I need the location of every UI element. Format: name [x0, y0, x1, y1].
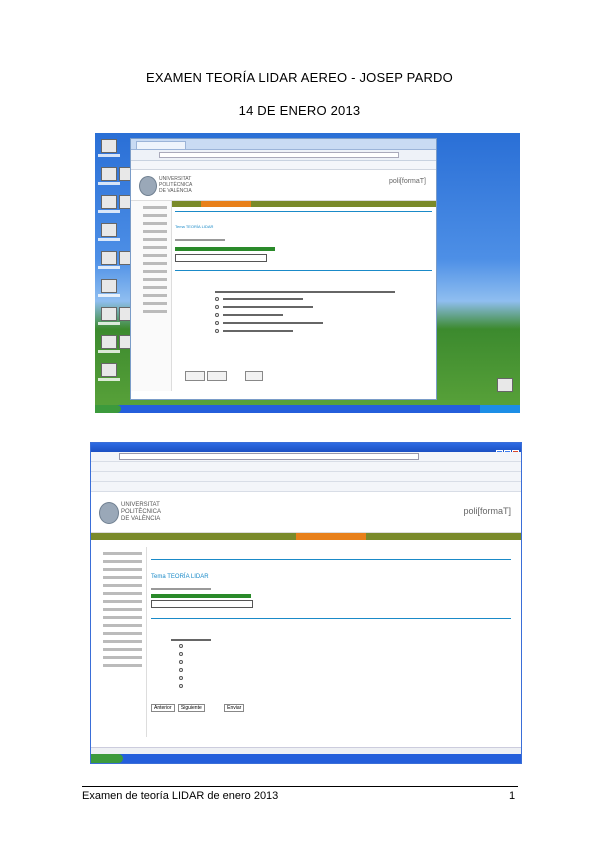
university-name: UNIVERSITAT POLITÈCNICA DE VALÈNCIA: [121, 502, 162, 522]
address-bar[interactable]: [159, 152, 399, 158]
answer-option[interactable]: [179, 668, 511, 673]
exam-content: Tema TEORÍA LIDAR Anterior Siguiente Env…: [151, 547, 511, 737]
screenshot-ie-window: UNIVERSITAT POLITÈCNICA DE VALÈNCIA poli…: [90, 442, 522, 764]
browser-tab-strip: [131, 139, 436, 150]
screenshot-desktop-browser: UNIVERSITAT POLITÈCNICA DE VALÈNCIA poli…: [95, 133, 520, 413]
start-button[interactable]: [95, 405, 121, 413]
footer-text: Examen de teoría LIDAR de enero 2013: [82, 790, 279, 802]
browser-tab[interactable]: [136, 141, 186, 149]
desktop-icon: [101, 195, 117, 209]
recycle-bin-icon: [497, 378, 513, 392]
radio-button[interactable]: [179, 668, 183, 672]
site-header: UNIVERSITAT POLITÈCNICA DE VALÈNCIA poli…: [131, 170, 436, 201]
desktop-icon-label: [98, 322, 120, 325]
answer-option[interactable]: [179, 660, 511, 665]
browser-window: UNIVERSITAT POLITÈCNICA DE VALÈNCIA poli…: [130, 138, 437, 400]
progress-bar: [175, 247, 275, 251]
university-logo-icon: [99, 502, 119, 524]
desktop-icon-label: [98, 154, 120, 157]
university-name: UNIVERSITAT POLITÈCNICA DE VALÈNCIA: [159, 176, 193, 194]
progress-bar: [151, 594, 251, 598]
previous-button[interactable]: Anterior: [151, 704, 175, 712]
desktop-icon-label: [98, 210, 120, 213]
address-bar[interactable]: [119, 453, 419, 460]
page-number: 1: [509, 790, 516, 802]
windows-taskbar: [95, 405, 520, 413]
site-nav-bar[interactable]: [91, 533, 521, 540]
document-date: 14 DE ENERO 2013: [238, 103, 361, 118]
desktop-icon: [101, 307, 117, 321]
desktop-icon-label: [98, 266, 120, 269]
exam-heading: Tema TEORÍA LIDAR: [151, 574, 209, 580]
ie-google-toolbar: [91, 472, 521, 482]
desktop-icon-label: [98, 350, 120, 353]
document-title: EXAMEN TEORÍA LIDAR AEREO - JOSEP PARDO: [146, 70, 453, 85]
ie-favorites-row: [91, 482, 521, 492]
answer-option[interactable]: [179, 684, 511, 689]
window-titlebar: [91, 443, 521, 457]
desktop-icon: [101, 251, 117, 265]
bookmarks-bar: [131, 161, 436, 170]
previous-button[interactable]: [185, 371, 205, 381]
next-button[interactable]: [207, 371, 227, 381]
submit-button[interactable]: [245, 371, 263, 381]
system-tray: [480, 405, 520, 413]
radio-button[interactable]: [179, 684, 183, 688]
radio-button[interactable]: [179, 660, 183, 664]
desktop-icon: [101, 363, 117, 377]
desktop-icon-label: [98, 182, 120, 185]
desktop-icon-label: [98, 238, 120, 241]
next-button[interactable]: Siguiente: [177, 704, 205, 712]
start-button[interactable]: [91, 754, 123, 763]
radio-button[interactable]: [179, 644, 183, 648]
answer-option[interactable]: [179, 644, 511, 649]
footer-rule: [82, 786, 518, 787]
address-bar-row: [131, 150, 436, 161]
site-header: UNIVERSITAT POLITÈCNICA DE VALÈNCIA poli…: [91, 492, 521, 533]
desktop-icon: [101, 139, 117, 153]
poliformat-logo: poli[formaT]: [389, 178, 426, 185]
exam-heading: Tema TEORÍA LIDAR: [175, 224, 214, 229]
ie-status-bar: [91, 747, 521, 754]
radio-button[interactable]: [179, 652, 183, 656]
tool-sidebar: [131, 201, 172, 391]
poliformat-logo: poli[formaT]: [463, 506, 511, 516]
desktop-icon-label: [98, 294, 120, 297]
answer-option[interactable]: [179, 676, 511, 681]
submit-button[interactable]: Enviar: [224, 704, 245, 712]
tool-sidebar: [91, 547, 147, 737]
university-logo-icon: [139, 176, 157, 196]
question-nav-button[interactable]: [175, 254, 267, 262]
radio-button[interactable]: [179, 676, 183, 680]
desktop-icon: [101, 223, 117, 237]
desktop-icon: [101, 167, 117, 181]
active-site-tab[interactable]: [296, 533, 366, 540]
answer-option[interactable]: [179, 652, 511, 657]
ie-address-row: [91, 452, 521, 462]
exam-content: Tema TEORÍA LIDAR: [175, 201, 432, 391]
desktop-icon-label: [98, 378, 120, 381]
windows-taskbar: [91, 754, 521, 763]
ie-menu-row: [91, 462, 521, 472]
desktop-icon: [101, 279, 117, 293]
desktop-icon: [101, 335, 117, 349]
question-nav-button[interactable]: [151, 600, 253, 608]
